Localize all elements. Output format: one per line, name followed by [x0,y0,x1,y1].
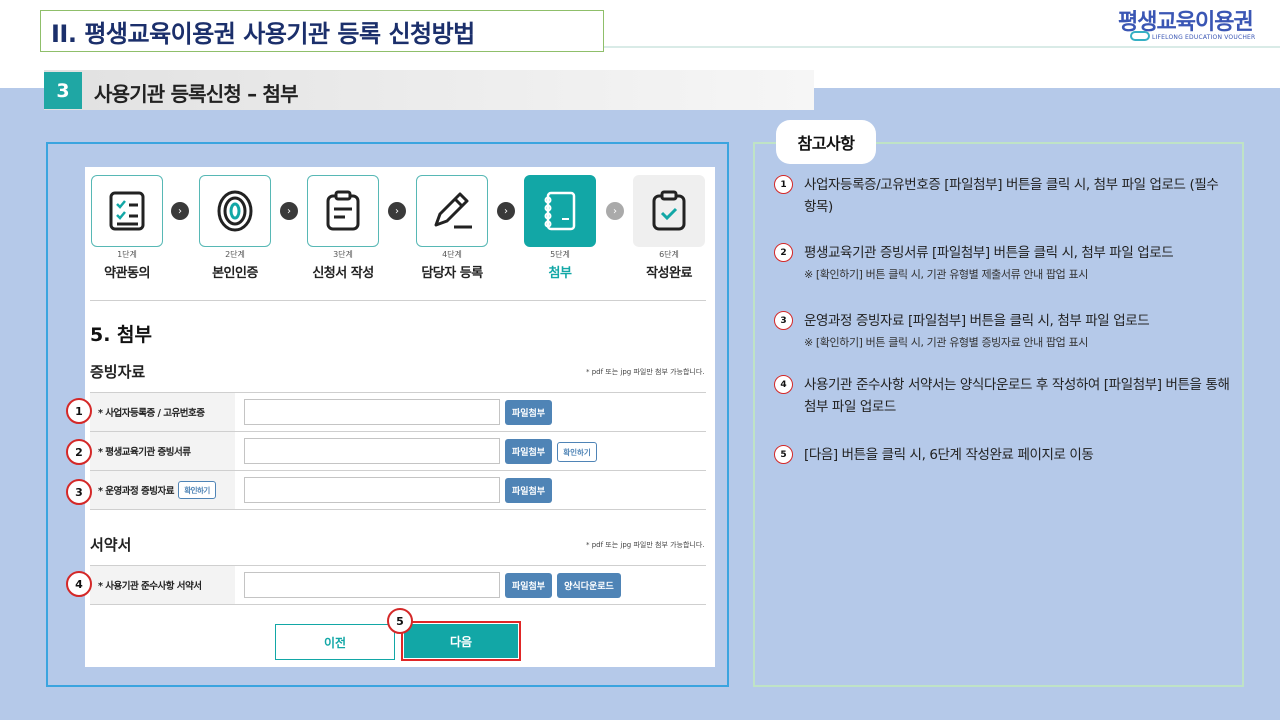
reference-num: 4 [774,375,793,394]
step-3-box [307,175,379,247]
step-1-box [91,175,163,247]
section-number: 3 [44,72,82,109]
step-arrow-icon: › [388,202,406,220]
business-reg-file-field[interactable] [244,399,500,425]
table-row: * 평생교육기관 증빙서류 파일첨부 확인하기 [90,432,706,471]
institution-doc-check-button[interactable]: 확인하기 [557,442,597,462]
step-arrow-icon: › [171,202,189,220]
row-label-text: * 운영과정 증빙자료 [98,486,175,497]
step-6-num: 6단계 [659,250,679,259]
step-4-name: 담당자 등록 [421,266,483,281]
table-row: * 사업자등록증 / 고유번호증 파일첨부 [90,393,706,432]
steps-divider [90,300,706,301]
reference-num: 3 [774,311,793,330]
form-title: 5. 첨부 [90,324,153,346]
pledge-note: * pdf 또는 jpg 파일만 첨부 가능합니다. [586,541,705,549]
step-6-box [633,175,705,247]
callout-1: 1 [66,398,92,424]
reference-text: 운영과정 증빙자료 [파일첨부] 버튼을 클릭 시, 첨부 파일 업로드 [804,313,1150,329]
reference-subtext: ※ [확인하기] 버튼 클릭 시, 기관 유형별 제출서류 안내 팝업 표시 [804,268,1088,281]
reference-subtext: ※ [확인하기] 버튼 클릭 시, 기관 유형별 증빙자료 안내 팝업 표시 [804,336,1088,349]
notebook-icon [544,191,576,231]
row-label: * 사업자등록증 / 고유번호증 [90,393,235,431]
step-4-box [416,175,488,247]
callout-3: 3 [66,479,92,505]
reference-num: 5 [774,445,793,464]
evidence-table: * 사업자등록증 / 고유번호증 파일첨부 * 평생교육기관 증빙서류 파일첨부… [90,392,706,510]
course-doc-file-field[interactable] [244,477,500,503]
infinity-icon [1130,31,1150,41]
step-3-num: 3단계 [333,250,353,259]
row-label: * 사용기관 준수사항 서약서 [90,566,235,604]
reference-text: [다음] 버튼을 클릭 시, 6단계 작성완료 페이지로 이동 [804,447,1094,463]
step-1-num: 1단계 [117,250,137,259]
pledge-title: 서약서 [90,536,132,554]
step-arrow-icon: › [606,202,624,220]
step-6-name: 작성완료 [646,266,692,281]
checklist-icon [109,191,145,231]
callout-4: 4 [66,571,92,597]
course-doc-attach-button[interactable]: 파일첨부 [505,478,552,503]
clipboard-check-icon [652,190,686,231]
row-label: * 운영과정 증빙자료 확인하기 [90,471,235,509]
pledge-attach-button[interactable]: 파일첨부 [505,573,552,598]
pencil-icon [434,192,472,229]
evidence-note: * pdf 또는 jpg 파일만 첨부 가능합니다. [586,368,705,376]
institution-doc-attach-button[interactable]: 파일첨부 [505,439,552,464]
step-arrow-icon: › [280,202,298,220]
page-title: II. 평생교육이용권 사용기관 등록 신청방법 [51,19,475,48]
section-title: 사용기관 등록신청 – 첨부 [94,82,299,106]
prev-button[interactable]: 이전 [275,624,395,660]
step-5-box [524,175,596,247]
course-doc-check-button[interactable]: 확인하기 [178,481,217,499]
callout-5: 5 [387,608,413,634]
table-row: * 운영과정 증빙자료 확인하기 파일첨부 [90,471,706,510]
table-row: * 사용기관 준수사항 서약서 파일첨부 양식다운로드 [90,566,706,605]
reference-text: 평생교육기관 증빙서류 [파일첨부] 버튼을 클릭 시, 첨부 파일 업로드 [804,245,1174,261]
reference-num: 2 [774,243,793,262]
reference-num: 1 [774,175,793,194]
step-5-num: 5단계 [550,250,570,259]
step-2-box [199,175,271,247]
page-title-box: II. 평생교육이용권 사용기관 등록 신청방법 [40,10,604,52]
reference-text: 사용기관 준수사항 서약서는 양식다운로드 후 작성하여 [파일첨부] 버튼을 … [804,377,1230,415]
pledge-table: * 사용기관 준수사항 서약서 파일첨부 양식다운로드 [90,565,706,605]
step-1-name: 약관동의 [104,266,150,281]
step-3-name: 신청서 작성 [312,266,374,281]
reference-text: 사업자등록증/고유번호증 [파일첨부] 버튼을 클릭 시, 첨부 파일 업로드 … [804,177,1219,215]
reference-title: 참고사항 [776,120,876,164]
next-button[interactable]: 다음 [404,624,518,658]
step-arrow-icon: › [497,202,515,220]
step-4-num: 4단계 [442,250,462,259]
fingerprint-icon [217,190,253,232]
evidence-title: 증빙자료 [90,363,146,381]
template-download-button[interactable]: 양식다운로드 [557,573,621,598]
step-5-name: 첨부 [548,266,572,281]
business-reg-attach-button[interactable]: 파일첨부 [505,400,552,425]
step-2-name: 본인인증 [212,266,258,281]
institution-doc-file-field[interactable] [244,438,500,464]
logo-subtext: LIFELONG EDUCATION VOUCHER [1152,34,1256,41]
callout-2: 2 [66,439,92,465]
row-label: * 평생교육기관 증빙서류 [90,432,235,470]
pledge-file-field[interactable] [244,572,500,598]
form-icon [326,190,360,231]
voucher-logo: 평생교육이용권 LIFELONG EDUCATION VOUCHER [1118,4,1263,48]
step-2-num: 2단계 [225,250,245,259]
